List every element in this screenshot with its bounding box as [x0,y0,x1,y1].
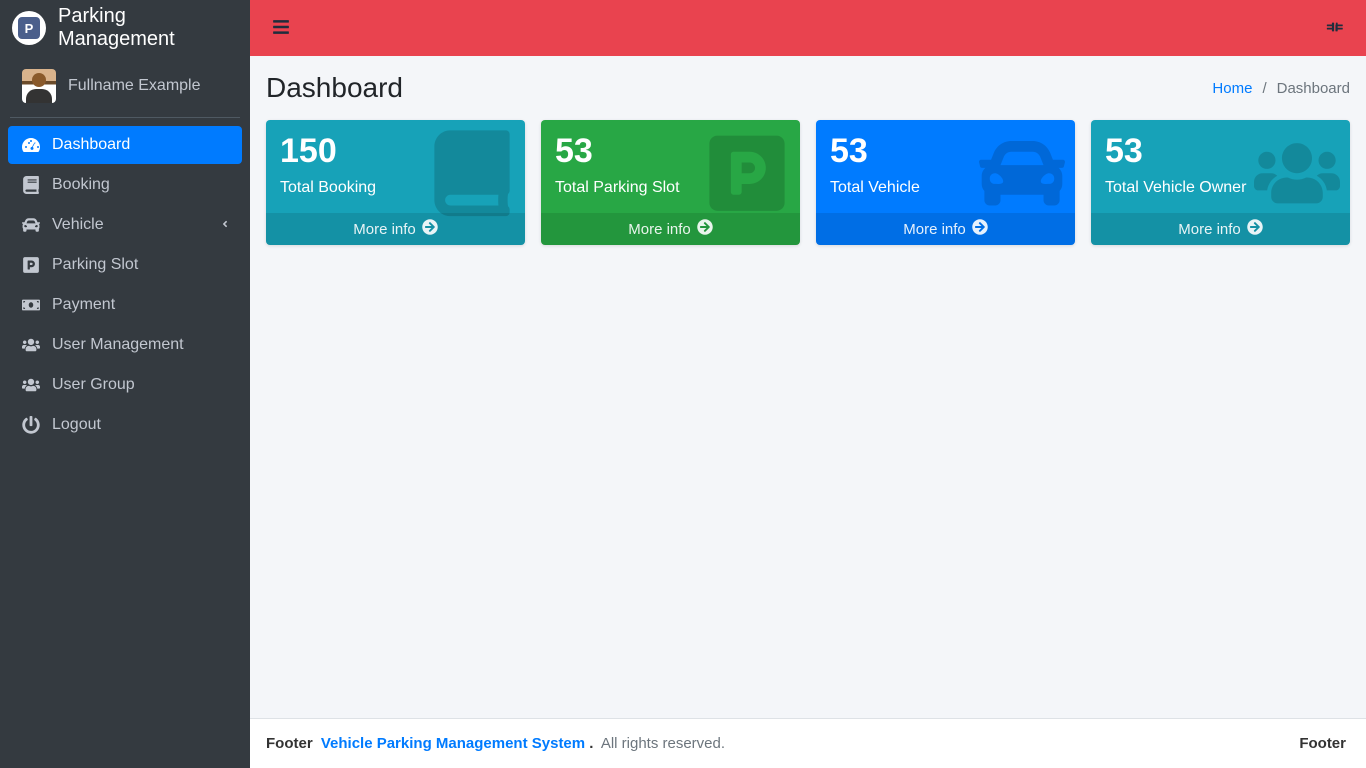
arrow-circle-right-icon [697,219,713,239]
sidebar-item-label: User Management [52,336,184,354]
sidebar-item-dashboard[interactable]: Dashboard [8,126,242,164]
stat-cards-row: 150 Total Booking More info 53 Total Par… [266,120,1350,245]
topbar [250,0,1366,56]
footer-dot: . [589,735,593,752]
brand-logo-text: P [18,17,40,39]
avatar [22,69,56,103]
footer-prefix: Footer [266,735,313,752]
sidebar-toggle-button[interactable] [266,12,296,45]
card-label: Total Vehicle [830,179,1061,197]
card-total-parking-slot: 53 Total Parking Slot More info [541,120,800,245]
sidebar-item-label: Parking Slot [52,256,138,274]
users-icon [20,376,42,394]
money-icon [20,296,42,314]
sidebar-item-label: Logout [52,416,101,434]
card-total-booking: 150 Total Booking More info [266,120,525,245]
user-fullname: Fullname Example [68,77,201,95]
footer-right-text: Footer [1299,735,1346,752]
sidebar: P Parking Management Fullname Example Da… [0,0,250,768]
footer: Footer Vehicle Parking Management System… [250,718,1366,768]
breadcrumb-current: Dashboard [1277,80,1350,97]
card-more-info-link[interactable]: More info [1091,213,1350,245]
card-value: 150 [280,132,511,171]
footer-right: Footer [1299,735,1350,752]
sidebar-item-user-management[interactable]: User Management [8,326,242,364]
card-value: 53 [1105,132,1336,171]
sidebar-item-parking-slot[interactable]: Parking Slot [8,246,242,284]
sidebar-item-payment[interactable]: Payment [8,286,242,324]
chevron-left-icon [220,216,230,234]
footer-rights: All rights reserved. [601,735,725,752]
sidebar-item-label: Vehicle [52,216,104,234]
card-total-vehicle: 53 Total Vehicle More info [816,120,1075,245]
compress-icon [1326,24,1344,39]
breadcrumb-home[interactable]: Home [1212,80,1252,97]
card-label: Total Booking [280,179,511,197]
sidebar-item-label: User Group [52,376,135,394]
book-icon [20,176,42,194]
tachometer-icon [20,136,42,154]
power-icon [20,416,42,434]
sidebar-item-vehicle[interactable]: Vehicle [8,206,242,244]
sidebar-item-booking[interactable]: Booking [8,166,242,204]
brand-logo: P [12,11,46,45]
user-panel[interactable]: Fullname Example [10,57,240,118]
footer-link[interactable]: Vehicle Parking Management System [321,735,585,752]
footer-left: Footer Vehicle Parking Management System… [266,735,725,752]
brand-title: Parking Management [58,5,238,51]
sidebar-item-label: Payment [52,296,115,314]
content: 150 Total Booking More info 53 Total Par… [250,112,1366,718]
card-more-info-link[interactable]: More info [541,213,800,245]
main-wrapper: Dashboard Home Dashboard 150 Total Booki… [250,0,1366,768]
sidebar-item-label: Dashboard [52,136,130,154]
more-info-text: More info [903,221,966,238]
sidebar-nav: Dashboard Booking Vehicle [0,118,250,454]
more-info-text: More info [353,221,416,238]
parking-icon [20,256,42,274]
bars-icon [272,24,290,39]
card-value: 53 [555,132,786,171]
users-icon [20,336,42,354]
sidebar-item-user-group[interactable]: User Group [8,366,242,404]
card-label: Total Parking Slot [555,179,786,197]
card-label: Total Vehicle Owner [1105,179,1336,197]
content-header: Dashboard Home Dashboard [250,56,1366,112]
page-title: Dashboard [266,72,403,104]
arrow-circle-right-icon [972,219,988,239]
sidebar-item-label: Booking [52,176,110,194]
car-icon [20,216,42,234]
breadcrumb: Home Dashboard [1212,80,1350,97]
sidebar-item-logout[interactable]: Logout [8,406,242,444]
fullscreen-button[interactable] [1320,12,1350,45]
card-more-info-link[interactable]: More info [266,213,525,245]
card-total-vehicle-owner: 53 Total Vehicle Owner More info [1091,120,1350,245]
arrow-circle-right-icon [1247,219,1263,239]
card-value: 53 [830,132,1061,171]
card-more-info-link[interactable]: More info [816,213,1075,245]
more-info-text: More info [1178,221,1241,238]
more-info-text: More info [628,221,691,238]
arrow-circle-right-icon [422,219,438,239]
brand[interactable]: P Parking Management [0,0,250,57]
